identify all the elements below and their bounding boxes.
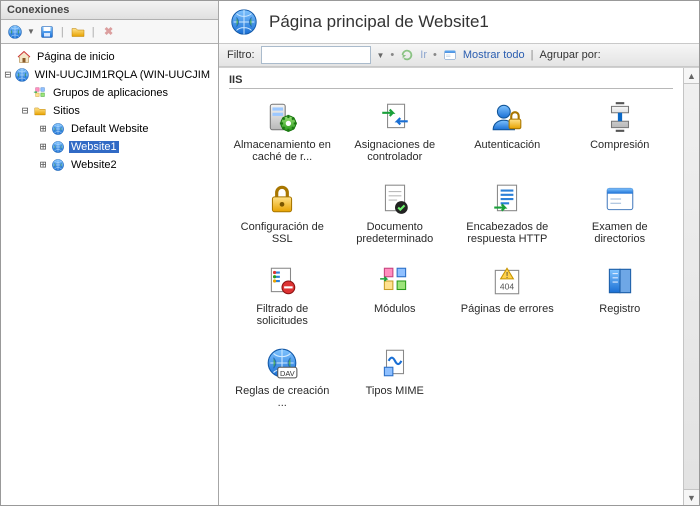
save-button[interactable] <box>37 22 57 42</box>
connect-button[interactable] <box>5 22 25 42</box>
folder-icon <box>32 103 48 119</box>
chevron-down-icon[interactable]: ▼ <box>377 51 385 60</box>
feature-handler-mappings[interactable]: Asignaciones de controlador <box>342 97 449 165</box>
tree-server[interactable]: ⊟ WIN-UUCJIM1RQLA (WIN-UUCJIM <box>3 66 216 84</box>
vertical-scrollbar[interactable]: ▲ ▼ <box>683 68 699 505</box>
tree-home-label: Página de inicio <box>35 51 117 63</box>
connections-title: Conexiones <box>1 1 218 20</box>
connections-tree[interactable]: Página de inicio ⊟ WIN-UUCJIM1RQLA (WIN-… <box>1 44 218 505</box>
feature-default-document[interactable]: Documento predeterminado <box>342 179 449 247</box>
feature-http-response[interactable]: Encabezados de respuesta HTTP <box>454 179 561 247</box>
feature-authoring-rules[interactable]: Reglas de creación ... <box>229 343 336 411</box>
feature-default-document-icon <box>377 181 413 217</box>
feature-label: Compresión <box>590 139 649 151</box>
tree-site-label: Website2 <box>69 159 119 171</box>
tree-server-label: WIN-UUCJIM1RQLA (WIN-UUCJIM <box>33 69 212 81</box>
feature-label: Encabezados de respuesta HTTP <box>457 221 557 245</box>
toolbar-separator: | <box>61 26 64 38</box>
feature-compression-icon <box>602 99 638 135</box>
site-icon <box>50 157 66 173</box>
feature-authentication-icon <box>489 99 525 135</box>
feature-logging-icon <box>602 263 638 299</box>
filter-bar: Filtro: ▼ • Ir • Mostrar todo | Agrupar … <box>219 43 699 67</box>
feature-authoring-rules-icon <box>264 345 300 381</box>
feature-http-response-icon <box>489 181 525 217</box>
server-icon <box>14 67 30 83</box>
go-icon[interactable] <box>400 48 414 62</box>
feature-label: Configuración de SSL <box>232 221 332 245</box>
tree-site-default[interactable]: ⊞ Default Website <box>3 120 216 138</box>
show-all-icon[interactable] <box>443 48 457 62</box>
collapse-icon[interactable]: ⊟ <box>3 69 13 81</box>
scroll-down-icon[interactable]: ▼ <box>684 489 699 505</box>
tree-app-pools-label: Grupos de aplicaciones <box>51 87 170 99</box>
feature-label: Asignaciones de controlador <box>345 139 445 163</box>
tree-site-website2[interactable]: ⊞ Website2 <box>3 156 216 174</box>
feature-mime-types-icon <box>377 345 413 381</box>
feature-directory-browsing-icon <box>602 181 638 217</box>
feature-directory-browsing[interactable]: Examen de directorios <box>567 179 674 247</box>
feature-label: Almacenamiento en caché de r... <box>232 139 332 163</box>
feature-output-caching[interactable]: Almacenamiento en caché de r... <box>229 97 336 165</box>
feature-label: Páginas de errores <box>461 303 554 315</box>
expand-icon[interactable]: ⊞ <box>37 159 49 171</box>
go-button[interactable]: Ir <box>420 49 427 61</box>
filter-input[interactable] <box>261 46 371 64</box>
content-area: IIS Almacenamiento en caché de r... Asign… <box>219 67 699 505</box>
chevron-down-icon: ▼ <box>27 27 35 36</box>
feature-error-pages-icon <box>489 263 525 299</box>
tree-site-website1[interactable]: ⊞ Website1 <box>3 138 216 156</box>
page-title: Página principal de Website1 <box>269 12 489 32</box>
tree-app-pools[interactable]: Grupos de aplicaciones <box>3 84 216 102</box>
feature-logging[interactable]: Registro <box>567 261 674 329</box>
group-header: IIS <box>229 74 673 89</box>
feature-request-filtering[interactable]: Filtrado de solicitudes <box>229 261 336 329</box>
tree-site-label: Default Website <box>69 123 150 135</box>
feature-label: Registro <box>599 303 640 315</box>
feature-label: Documento predeterminado <box>345 221 445 245</box>
feature-label: Examen de directorios <box>570 221 670 245</box>
connections-toolbar: ▼ | | ✖ <box>1 20 218 44</box>
tree-sites-label: Sitios <box>51 105 82 117</box>
feature-authentication[interactable]: Autenticación <box>454 97 561 165</box>
feature-label: Reglas de creación ... <box>232 385 332 409</box>
tree-site-label: Website1 <box>69 141 119 153</box>
feature-ssl-settings[interactable]: Configuración de SSL <box>229 179 336 247</box>
site-icon <box>50 139 66 155</box>
tree-sites[interactable]: ⊟ Sitios <box>3 102 216 120</box>
site-icon <box>50 121 66 137</box>
feature-label: Módulos <box>374 303 416 315</box>
feature-handler-mappings-icon <box>377 99 413 135</box>
feature-compression[interactable]: Compresión <box>567 97 674 165</box>
feature-ssl-settings-icon <box>264 181 300 217</box>
main-header: Página principal de Website1 <box>219 1 699 43</box>
feature-modules[interactable]: Módulos <box>342 261 449 329</box>
main-panel: Página principal de Website1 Filtro: ▼ •… <box>219 1 699 505</box>
feature-label: Tipos MIME <box>366 385 424 397</box>
group-by-label: Agrupar por: <box>539 49 600 61</box>
feature-request-filtering-icon <box>264 263 300 299</box>
separator: | <box>531 49 534 61</box>
feature-modules-icon <box>377 263 413 299</box>
toolbar-separator: | <box>92 26 95 38</box>
feature-output-caching-icon <box>264 99 300 135</box>
delete-button: ✖ <box>99 22 119 42</box>
scroll-up-icon[interactable]: ▲ <box>684 68 699 84</box>
browse-button[interactable] <box>68 22 88 42</box>
tree-home[interactable]: Página de inicio <box>3 48 216 66</box>
expand-icon[interactable]: ⊞ <box>37 141 49 153</box>
filter-label: Filtro: <box>227 49 255 61</box>
home-icon <box>16 49 32 65</box>
feature-label: Autenticación <box>474 139 540 151</box>
expand-icon[interactable]: ⊞ <box>37 123 49 135</box>
connections-panel: Conexiones ▼ | | ✖ Página de inicio ⊟ WI… <box>1 1 219 505</box>
show-all-button[interactable]: Mostrar todo <box>463 49 525 61</box>
feature-error-pages[interactable]: Páginas de errores <box>454 261 561 329</box>
page-icon <box>229 7 259 37</box>
feature-grid: Almacenamiento en caché de r... Asignacio… <box>229 97 673 411</box>
feature-label: Filtrado de solicitudes <box>232 303 332 327</box>
collapse-icon[interactable]: ⊟ <box>19 105 31 117</box>
feature-mime-types[interactable]: Tipos MIME <box>342 343 449 411</box>
app-pools-icon <box>32 85 48 101</box>
